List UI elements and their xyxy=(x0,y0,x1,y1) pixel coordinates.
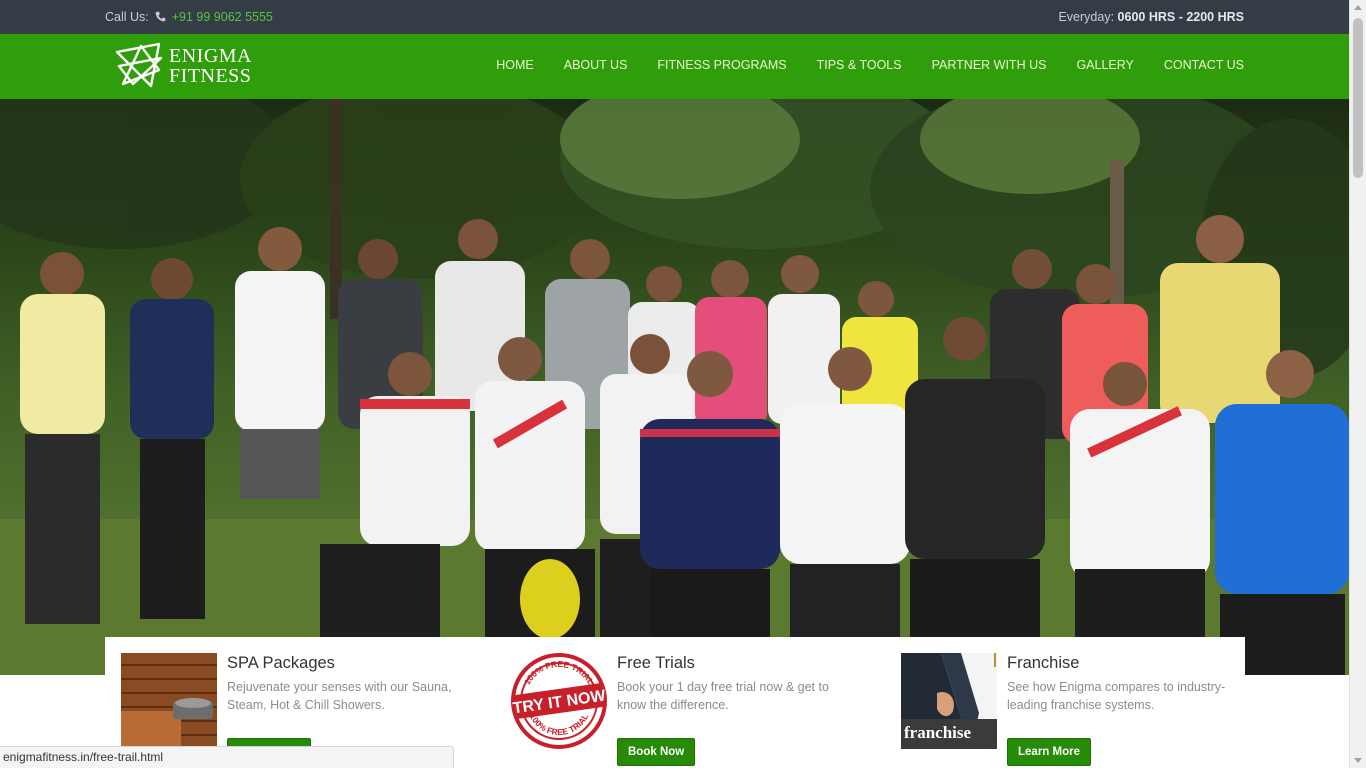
feature-description: Book your 1 day free trial now & get to … xyxy=(617,680,829,712)
hero-photo-illustration xyxy=(0,99,1349,675)
feature-description: Rejuvenate your senses with our Sauna, S… xyxy=(227,680,452,712)
brand-line-2: FITNESS xyxy=(169,65,252,87)
feature-free-trials: 100% FREE TRIAL 100% FREE TRIAL TRY IT N… xyxy=(511,653,871,768)
main-navbar: ENIGMA FITNESS HOME ABOUT US FITNESS PRO… xyxy=(0,34,1349,99)
feature-title: Franchise xyxy=(1007,654,1080,672)
nav-about-us[interactable]: ABOUT US xyxy=(564,58,628,72)
phone-icon xyxy=(155,11,166,22)
franchise-learn-more-button[interactable]: Learn More xyxy=(1007,738,1091,766)
book-now-button[interactable]: Book Now xyxy=(617,738,696,766)
hours-label: Everyday: xyxy=(1058,10,1115,24)
feature-franchise: franchise Franchise See how Enigma compa… xyxy=(901,653,1261,768)
page-scrollbar[interactable] xyxy=(1349,0,1366,768)
franchise-image: franchise xyxy=(901,653,997,749)
main-nav: HOME ABOUT US FITNESS PROGRAMS TIPS & TO… xyxy=(496,58,1244,72)
nav-fitness-programs[interactable]: FITNESS PROGRAMS xyxy=(657,58,786,72)
feature-title: SPA Packages xyxy=(227,654,335,672)
feature-title: Free Trials xyxy=(617,654,695,672)
nav-home[interactable]: HOME xyxy=(496,58,534,72)
page: Call Us: +91 99 9062 5555 Everyday: 0600… xyxy=(0,0,1349,768)
franchise-image-caption: franchise xyxy=(904,723,972,742)
top-info-bar: Call Us: +91 99 9062 5555 Everyday: 0600… xyxy=(0,0,1349,34)
scroll-down-arrow-icon[interactable] xyxy=(1354,758,1362,763)
site-logo[interactable]: ENIGMA FITNESS xyxy=(113,40,252,92)
feature-description: See how Enigma compares to industry-lead… xyxy=(1007,680,1226,712)
nav-contact-us[interactable]: CONTACT US xyxy=(1164,58,1244,72)
hours-value: 0600 HRS - 2200 HRS xyxy=(1117,10,1244,24)
phone-number-link[interactable]: +91 99 9062 5555 xyxy=(172,10,273,24)
nav-partner-with-us[interactable]: PARTNER WITH US xyxy=(932,58,1047,72)
spa-sauna-image xyxy=(121,653,217,749)
browser-status-bar: enigmafitness.in/free-trail.html xyxy=(0,746,454,768)
hero-group-photo xyxy=(0,99,1349,675)
brand-line-1: ENIGMA xyxy=(169,45,252,67)
nav-tips-tools[interactable]: TIPS & TOOLS xyxy=(817,58,902,72)
try-it-now-stamp-image: 100% FREE TRIAL 100% FREE TRIAL TRY IT N… xyxy=(511,653,607,749)
enigma-star-logo-icon xyxy=(115,42,163,88)
call-us-label: Call Us: xyxy=(105,10,149,24)
opening-hours: Everyday: 0600 HRS - 2200 HRS xyxy=(1058,10,1244,24)
call-us: Call Us: +91 99 9062 5555 xyxy=(105,10,273,24)
nav-gallery[interactable]: GALLERY xyxy=(1076,58,1133,72)
scrollbar-thumb[interactable] xyxy=(1353,18,1363,178)
scroll-up-arrow-icon[interactable] xyxy=(1354,5,1362,10)
